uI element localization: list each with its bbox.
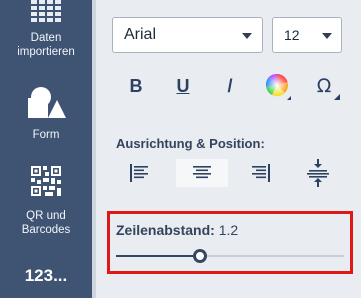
bold-icon: B [129,75,143,96]
line-spacing-title: Zeilenabstand: [116,222,215,238]
align-left-button[interactable] [114,159,166,187]
color-wheel-icon [265,73,291,100]
text-color-button[interactable] [260,70,294,102]
dropdown-corner-icon [334,94,340,100]
text-format-panel: Arial 12 B U / Ω Ausrichtung & Position:… [92,0,361,298]
sidebar: Daten importieren Form QR und Barcodes 1… [0,0,92,298]
highlight-frame [107,211,353,274]
sidebar-item-numbering[interactable]: 123... [0,258,92,292]
chevron-down-icon [322,33,332,39]
special-character-button[interactable]: Ω [307,70,341,102]
slider-fill [116,255,200,257]
grid-table-icon [31,0,61,22]
line-spacing-value: 1.2 [218,222,239,238]
align-center-icon [193,166,211,179]
alignment-title: Ausrichtung & Position: [116,136,265,151]
italic-button[interactable]: / [213,70,247,102]
align-right-icon [252,164,270,182]
italic-icon: / [227,75,233,96]
align-left-icon [130,164,148,182]
font-size-select[interactable]: 12 [272,17,342,53]
sidebar-item-import-data[interactable]: Daten importieren [0,0,92,70]
numbering-label: 123... [24,266,68,285]
bold-button[interactable]: B [119,70,153,102]
font-family-value: Arial [124,26,157,43]
sidebar-item-label: Form [32,129,60,141]
font-size-value: 12 [284,27,300,43]
align-center-button[interactable] [176,159,228,187]
underline-icon: U [176,75,190,96]
line-spacing-slider[interactable] [116,249,344,263]
sidebar-item-qr-barcodes[interactable]: QR und Barcodes [0,160,92,242]
underline-button[interactable]: U [166,70,200,102]
shapes-icon [28,87,66,118]
font-family-select[interactable]: Arial [112,17,263,53]
sidebar-item-label: Daten importieren [17,32,75,58]
slider-thumb[interactable] [193,249,207,263]
omega-icon: Ω [316,75,332,97]
qr-code-icon [31,166,61,196]
chevron-down-icon [242,33,252,39]
align-right-button[interactable] [234,159,286,187]
vertical-position-button[interactable] [292,159,344,187]
vertical-center-icon [307,159,329,187]
sidebar-item-shape[interactable]: Form [0,80,92,145]
line-spacing-label: Zeilenabstand: 1.2 [116,222,238,238]
sidebar-item-label: QR und Barcodes [21,210,71,236]
